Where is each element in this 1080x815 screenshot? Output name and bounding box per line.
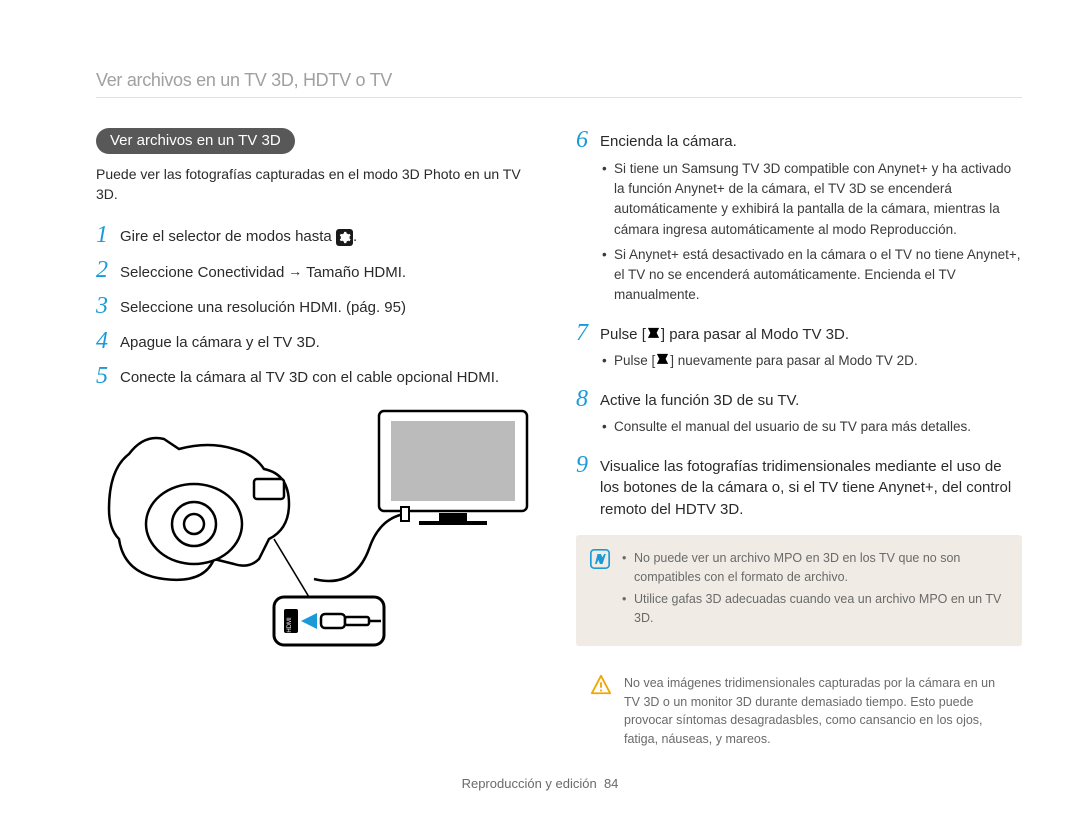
page-footer: Reproducción y edición 84 (0, 776, 1080, 791)
step-1: 1 Gire el selector de modos hasta . (96, 223, 542, 248)
note-item: Utilice gafas 3D adecuadas cuando vea un… (622, 590, 1004, 628)
step-text: Seleccione (120, 264, 198, 281)
step-bold: Conectividad (198, 264, 285, 281)
warning-box: No vea imágenes tridimensionales captura… (576, 664, 1022, 759)
step-number: 1 (96, 223, 120, 248)
step-text-end: . (402, 264, 406, 281)
step-8: 8 Active la función 3D de su TV. Consult… (576, 387, 1022, 443)
footer-page: 84 (604, 776, 618, 791)
warning-text: No vea imágenes tridimensionales captura… (624, 674, 1004, 749)
section-intro: Puede ver las fotografías capturadas en … (96, 164, 542, 205)
step-number: 5 (96, 364, 120, 389)
step-4: 4 Apague la cámara y el TV 3D. (96, 329, 542, 354)
info-icon (590, 549, 610, 569)
divider (96, 97, 1022, 98)
playback-icon (646, 326, 661, 341)
step-text-end: . (353, 228, 357, 245)
step-3: 3 Seleccione una resolución HDMI. (pág. … (96, 294, 542, 319)
step-bold: Tamaño HDMI (306, 264, 402, 281)
step-number: 6 (576, 128, 600, 153)
svg-text:HDMI: HDMI (287, 617, 293, 633)
cable-icon (314, 514, 404, 581)
hdmi-callout-icon: HDMI (274, 597, 384, 645)
step-text: ] para pasar al (661, 326, 761, 343)
step-bold: Modo TV 3D (761, 326, 845, 343)
step-number: 7 (576, 321, 600, 346)
step-text: Active la función 3D de su TV. (600, 392, 799, 409)
step-number: 2 (96, 258, 120, 283)
footer-section: Reproducción y edición (462, 776, 597, 791)
step-sub-bullet: Si tiene un Samsung TV 3D compatible con… (600, 159, 1022, 240)
step-5: 5 Conecte la cámara al TV 3D con el cabl… (96, 364, 542, 389)
step-2: 2 Seleccione Conectividad → Tamaño HDMI. (96, 258, 542, 284)
step-text: Conecte la cámara al TV 3D con el cable … (120, 364, 542, 389)
step-text: Pulse [ (600, 326, 646, 343)
step-text: Encienda la cámara. (600, 133, 737, 150)
step-7: 7 Pulse [ ] para pasar al Modo TV 3D. Pul… (576, 321, 1022, 377)
step-number: 3 (96, 294, 120, 319)
step-number: 9 (576, 453, 600, 478)
step-text: Seleccione una resolución HDMI. (pág. 95… (120, 294, 542, 319)
note-box: No puede ver un archivo MPO en 3D en los… (576, 535, 1022, 646)
step-sub-bullet: Pulse [] nuevamente para pasar al Modo T… (600, 351, 1022, 371)
playback-icon (655, 352, 670, 367)
step-text-end: . (845, 326, 849, 343)
step-sub-bullet: Consulte el manual del usuario de su TV … (600, 417, 1022, 437)
gear-icon (336, 229, 353, 246)
running-header: Ver archivos en un TV 3D, HDTV o TV (96, 70, 1022, 91)
step-9: 9 Visualice las fotografías tridimension… (576, 453, 1022, 521)
arrow-icon: → (284, 263, 306, 279)
step-text: Visualice las fotografías tridimensional… (600, 453, 1022, 521)
step-text: Apague la cámara y el TV 3D. (120, 329, 542, 354)
warning-icon (590, 674, 612, 696)
camera-icon (109, 438, 289, 580)
step-number: 4 (96, 329, 120, 354)
step-sub-bullet: Si Anynet+ está desactivado en la cámara… (600, 245, 1022, 306)
right-column: 6 Encienda la cámara. Si tiene un Samsun… (576, 128, 1022, 759)
section-heading-pill: Ver archivos en un TV 3D (96, 128, 295, 154)
step-6: 6 Encienda la cámara. Si tiene un Samsun… (576, 128, 1022, 311)
left-column: Ver archivos en un TV 3D Puede ver las f… (96, 128, 542, 759)
note-item: No puede ver un archivo MPO en 3D en los… (622, 549, 1004, 587)
connection-diagram: HDMI (96, 409, 542, 649)
step-text: Gire el selector de modos hasta (120, 228, 336, 245)
step-number: 8 (576, 387, 600, 412)
